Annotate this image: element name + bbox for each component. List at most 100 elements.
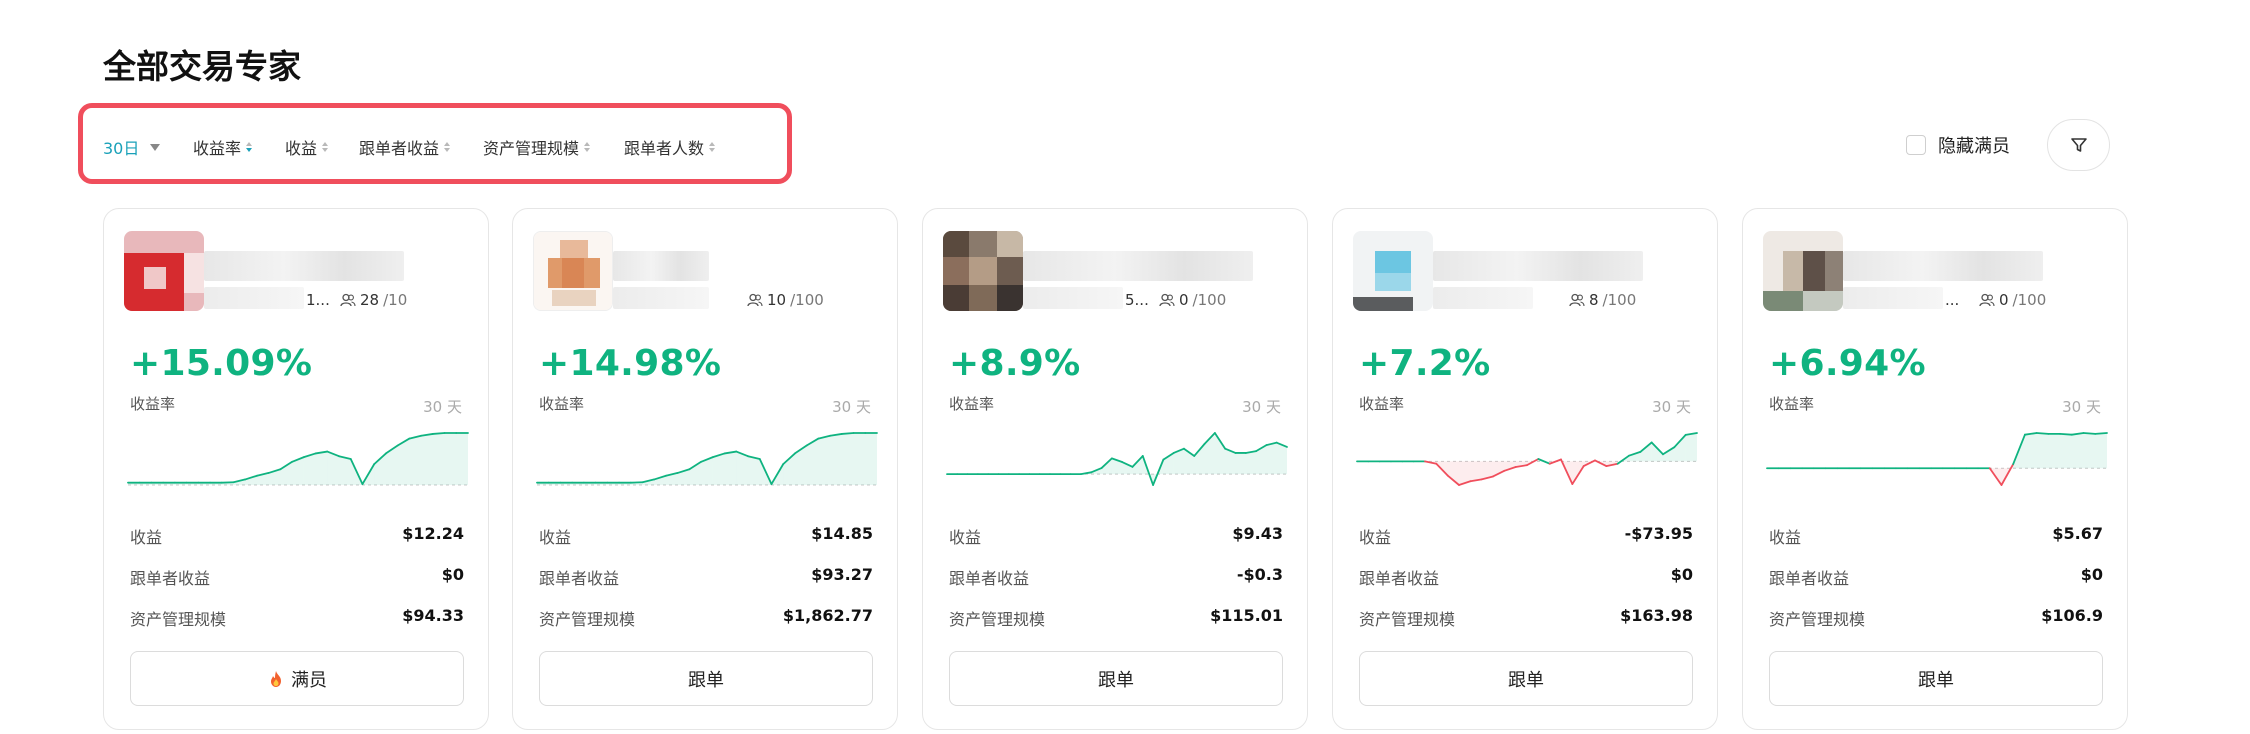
period-label: 30 天 xyxy=(2062,398,2101,416)
roi-label: 收益率 xyxy=(539,395,585,413)
stat-row: 资产管理规模 $163.98 xyxy=(1359,606,1693,630)
sparkline-area xyxy=(327,451,340,485)
trader-card[interactable]: 10/100 +14.98% 收益率 30 天 收益 $14.85 跟单者收益 $9… xyxy=(512,208,898,730)
sort-aum[interactable]: 资产管理规模 xyxy=(483,135,591,159)
stat-value: -$0.3 xyxy=(1236,565,1283,584)
stat-label: 资产管理规模 xyxy=(949,610,1046,629)
filter-button[interactable] xyxy=(2047,119,2110,171)
period-label: 30日 xyxy=(103,139,140,158)
sort-profit[interactable]: 收益 xyxy=(285,135,329,159)
roi-sparkline xyxy=(1356,432,1698,486)
action-label: 跟单 xyxy=(1098,669,1134,691)
sparkline-area xyxy=(724,451,737,485)
filter-funnel-icon xyxy=(2070,138,2087,152)
roi-value: +15.09% xyxy=(130,343,313,384)
sparkline-area xyxy=(2071,433,2084,469)
sparkline-area xyxy=(444,433,457,485)
avatar xyxy=(533,231,613,311)
follower-count: 0/100 xyxy=(1979,291,2046,309)
avatar xyxy=(124,231,204,311)
stat-value: $14.85 xyxy=(811,524,873,543)
follower-current: 0 xyxy=(1999,291,2009,309)
page-title: 全部交易专家 xyxy=(103,47,301,86)
stat-value: $0 xyxy=(441,565,464,584)
stat-label: 资产管理规模 xyxy=(539,610,636,629)
trader-name-fragment: 1... xyxy=(306,291,330,309)
stat-value: -$73.95 xyxy=(1624,524,1693,543)
sparkline-segment xyxy=(431,432,446,435)
stat-row: 资产管理规模 $115.01 xyxy=(949,606,1283,630)
trader-id-blurred xyxy=(1023,287,1123,309)
stat-row: 收益 -$73.95 xyxy=(1359,524,1693,548)
stat-value: $94.33 xyxy=(402,606,464,625)
trader-id-blurred xyxy=(1843,287,1943,309)
sparkline-segment xyxy=(2082,432,2097,435)
copy-trade-button[interactable]: 跟单 xyxy=(1769,651,2103,706)
sort-follower-profit[interactable]: 跟单者收益 xyxy=(359,135,451,159)
sparkline-area xyxy=(1235,452,1246,475)
trader-card[interactable]: 5... 0/100 +8.9% 收益率 30 天 收益 $9.43 跟单者收益 -… xyxy=(922,208,1308,730)
sparkline-area xyxy=(2036,433,2049,469)
roi-value: +7.2% xyxy=(1359,343,1491,384)
users-icon xyxy=(1159,293,1175,307)
trader-card[interactable]: 8/100 +7.2% 收益率 30 天 收益 -$73.95 跟单者收益 $0 资… xyxy=(1332,208,1718,730)
stat-value: $115.01 xyxy=(1210,606,1283,625)
action-label: 跟单 xyxy=(1508,669,1544,691)
follower-current: 10 xyxy=(767,291,787,309)
users-icon xyxy=(1569,293,1585,307)
sort-roi[interactable]: 收益率 xyxy=(193,135,253,159)
sparkline-area xyxy=(456,433,468,485)
stat-row: 跟单者收益 -$0.3 xyxy=(949,565,1283,589)
stat-value: $1,862.77 xyxy=(782,606,873,625)
sparkline-area xyxy=(1276,442,1287,475)
sort-arrows-icon xyxy=(584,142,591,152)
sparkline-area xyxy=(853,433,866,485)
sparkline-area xyxy=(830,433,842,485)
copy-trade-button[interactable]: 跟单 xyxy=(1359,651,1693,706)
stat-label: 收益 xyxy=(1359,528,1392,547)
sort-arrows-icon xyxy=(322,142,329,152)
trader-list-page: 全部交易专家 30日 收益率 收益 跟单者收益 资产管理规模 跟单者人数 隐藏满… xyxy=(0,0,2250,734)
trader-card[interactable]: 1... 28/10 +15.09% 收益率 30 天 收益 $12.24 跟单者… xyxy=(103,208,489,730)
sparkline-area xyxy=(1663,447,1675,462)
trader-name-blurred xyxy=(1843,251,2043,281)
hide-full-toggle[interactable]: 隐藏满员 xyxy=(1906,132,2010,158)
sparkline-area xyxy=(1640,442,1652,462)
sort-label: 收益率 xyxy=(193,139,242,158)
copy-trade-button[interactable]: 跟单 xyxy=(539,651,873,706)
sparkline-segment xyxy=(2059,432,2073,436)
follower-count: 10/100 xyxy=(747,291,824,309)
sort-label: 跟单者收益 xyxy=(359,139,440,158)
trader-name-blurred xyxy=(1023,251,1253,281)
hide-full-checkbox[interactable] xyxy=(1906,135,1926,155)
sparkline-area xyxy=(1194,443,1205,475)
sparkline-area xyxy=(432,433,445,485)
period-label: 30 天 xyxy=(832,398,871,416)
flame-icon xyxy=(271,670,281,687)
stat-label: 跟单者收益 xyxy=(1359,569,1440,588)
copy-trade-button[interactable]: 跟单 xyxy=(949,651,1283,706)
stat-row: 收益 $12.24 xyxy=(130,524,464,548)
action-label: 跟单 xyxy=(1918,669,1954,691)
users-icon xyxy=(1979,293,1995,307)
trader-name-fragment: ... xyxy=(1945,291,1960,309)
stat-label: 收益 xyxy=(130,528,163,547)
stat-label: 收益 xyxy=(1769,528,1802,547)
trader-name-blurred xyxy=(613,251,709,281)
sort-follower-count[interactable]: 跟单者人数 xyxy=(624,135,716,159)
sparkline-area xyxy=(2083,433,2096,469)
stat-row: 跟单者收益 $0 xyxy=(130,565,464,589)
stat-row: 收益 $14.85 xyxy=(539,524,873,548)
period-dropdown[interactable]: 30日 xyxy=(103,135,161,159)
stat-label: 收益 xyxy=(539,528,572,547)
trader-card[interactable]: ... 0/100 +6.94% 收益率 30 天 收益 $5.67 跟单者收益 $… xyxy=(1742,208,2128,730)
full-button[interactable]: 满员 xyxy=(130,651,464,706)
stat-label: 收益 xyxy=(949,528,982,547)
stat-value: $106.9 xyxy=(2041,606,2103,625)
follower-total: /10 xyxy=(383,291,408,309)
roi-sparkline xyxy=(946,432,1288,486)
sparkline-area xyxy=(421,433,433,485)
sort-arrows-icon xyxy=(246,142,253,152)
action-label: 满员 xyxy=(291,669,327,691)
users-icon xyxy=(340,293,356,307)
